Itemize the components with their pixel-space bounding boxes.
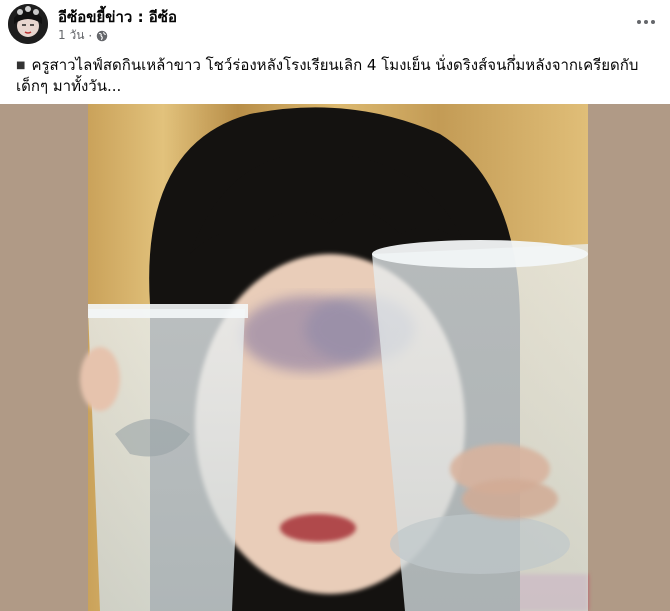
post-header: อีซ้อขยี้ข่าว : อีซ้อ 1 วัน · (0, 0, 670, 48)
post-body: ครูสาวไลฟ์สดกินเหล้าขาว โชว์ร่องหลังโรงเ… (16, 56, 639, 95)
post-time[interactable]: 1 วัน (58, 26, 84, 45)
more-options-button[interactable] (634, 10, 658, 34)
globe-icon (96, 30, 108, 41)
meta-separator: · (88, 28, 93, 43)
more-horizontal-icon (637, 20, 641, 24)
avatar[interactable] (8, 4, 48, 44)
post-meta: 1 วัน · (58, 26, 108, 45)
video-frame (0, 104, 670, 611)
post-text: ■ ครูสาวไลฟ์สดกินเหล้าขาว โชว์ร่องหลังโรง… (16, 55, 656, 97)
post-video[interactable] (0, 104, 670, 611)
bullet-icon: ■ (16, 60, 26, 71)
